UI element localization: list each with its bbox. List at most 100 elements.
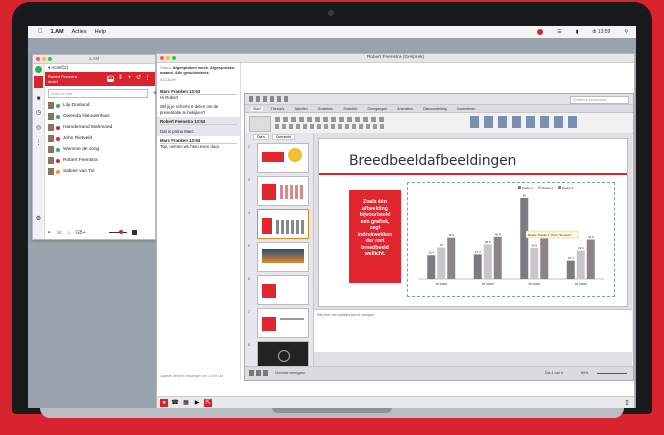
menu-app-name[interactable]: 1.AM	[51, 29, 64, 35]
video-icon[interactable]: ▶	[193, 399, 201, 407]
record-icon[interactable]: ●	[160, 399, 168, 407]
active-call-info: Robert Feenstra Actief	[48, 74, 77, 84]
ppt-search-input[interactable]: Zoeken in presentatie	[570, 96, 629, 104]
battery-icon[interactable]: ▮	[576, 29, 579, 35]
minimize-icon[interactable]	[166, 56, 170, 60]
ribbon-tab[interactable]: Grafieken	[316, 107, 336, 111]
dock-icon[interactable]	[131, 230, 137, 235]
ribbon-tabs: Start Thema's Tabellen Grafieken SmartArt Ove…	[245, 105, 633, 113]
thumb-num: 5	[248, 244, 250, 248]
contact-item[interactable]: Sabine van Tol	[45, 166, 155, 177]
thumbnail-slide-4[interactable]	[257, 209, 309, 239]
call-icon[interactable]: ☏	[56, 230, 62, 236]
transfer-icon[interactable]: ↺	[135, 75, 142, 82]
contact-item[interactable]: John Rietveld	[45, 133, 155, 144]
globe-icon[interactable]: ◎	[35, 125, 42, 132]
footer-label: GB+	[75, 229, 86, 236]
zoom-icon[interactable]	[48, 57, 52, 61]
search-input[interactable]: Zoek en bel +	[48, 89, 157, 98]
ribbon-tab[interactable]: Diavoorstelling	[421, 107, 449, 111]
chart-bar	[530, 247, 539, 279]
view-buttons[interactable]	[249, 370, 269, 376]
chat-message: Wil jij je scherm 8 delen om de presenta…	[157, 102, 240, 116]
zoom-slider[interactable]	[597, 373, 627, 374]
phone-book-icon[interactable]: ■	[35, 96, 42, 103]
status-row[interactable]: ▾ Actief(2)	[45, 64, 155, 72]
home-icon[interactable]: ⌂	[67, 230, 70, 236]
search-icon[interactable]: ⚲	[624, 29, 628, 35]
thumbnail-slide-7[interactable]	[257, 308, 309, 338]
zoom-icon[interactable]	[172, 56, 176, 60]
ribbon-tab[interactable]: Start	[251, 106, 263, 111]
contact-item[interactable]: Wemme de Jong	[45, 144, 155, 155]
dialpad-icon[interactable]: ⋮	[35, 140, 42, 147]
slide-title[interactable]: Breedbeeldafbeeldingen	[349, 153, 516, 169]
thumbnail-slide-3[interactable]	[257, 176, 309, 206]
share-screen-icon[interactable]: ⇱	[204, 399, 212, 407]
tab-slides[interactable]: Dia's	[253, 133, 269, 140]
active-call-bar[interactable]: Robert Feenstra Actief ☎ ‖ • ↺ ⋮	[45, 72, 155, 86]
ribbon-tab[interactable]: Overgangen	[365, 107, 389, 111]
contact-item[interactable]: Robert Feenstra	[45, 155, 155, 166]
settings-icon[interactable]: ⚙	[35, 216, 42, 223]
close-icon[interactable]	[160, 56, 164, 60]
presence-icon	[56, 169, 60, 174]
trash-icon[interactable]: ▯	[623, 399, 631, 407]
app-status-icon[interactable]	[537, 29, 544, 35]
thumbnail-slide-2[interactable]	[257, 143, 309, 173]
volume-slider[interactable]	[108, 230, 127, 234]
thumbnail-slide-6[interactable]	[257, 275, 309, 305]
ribbon-tab[interactable]: Animaties	[395, 107, 415, 111]
conversation-window: Robert Feenstra (Gesprek) Status Afgespr…	[156, 53, 635, 408]
tab-outline[interactable]: Overzicht	[271, 133, 296, 140]
chart-bar	[540, 238, 549, 279]
zoom-level[interactable]: 65%	[581, 371, 588, 375]
data-label: 38.6	[485, 240, 491, 244]
insert-tools[interactable]	[470, 116, 580, 128]
softphone-window: 1.AM ■ ◷ ◎ ⋮ ⚙ ▾ Actief(2) Robert Feenst…	[32, 54, 157, 240]
current-slide[interactable]: Breedbeeldafbeeldingen Zoals één afbeeldi…	[318, 138, 628, 307]
chart-container[interactable]: 26.4 35 45.9 1e kwart 27.4 38.6 46.9 2e kwart 90…	[407, 182, 615, 297]
contacts-tab-icon[interactable]	[34, 76, 43, 88]
history-filter[interactable]: Afgesproken week. Afgesproken maand. All…	[160, 65, 234, 75]
contact-item[interactable]: Gwenda Nieuwenhuis	[45, 111, 155, 122]
thumbnail-slide-5[interactable]	[257, 242, 309, 272]
menu-item-acties[interactable]: Acties	[72, 29, 87, 35]
message-text: Wil jij je scherm 8 delen om de presenta…	[160, 104, 219, 115]
thumb-num: 7	[248, 310, 250, 314]
chart-bar	[493, 236, 502, 279]
history-icon[interactable]: ◷	[35, 110, 42, 117]
hangup-icon[interactable]: ☎	[107, 75, 114, 82]
menu-clock[interactable]: di 13:59	[593, 29, 611, 35]
apple-icon[interactable]: 	[38, 29, 43, 35]
slide-red-textbox[interactable]: Zoals één afbeelding bijvoorbeeld een grafi…	[349, 190, 401, 283]
pause-icon[interactable]: ‖	[117, 75, 124, 82]
webcam	[328, 10, 334, 16]
paragraph-tools[interactable]	[275, 124, 385, 129]
contact-item[interactable]: Hamderrand Mahmoed	[45, 122, 155, 133]
close-icon[interactable]	[36, 57, 40, 61]
own-presence-icon[interactable]	[35, 66, 42, 73]
minimize-icon[interactable]	[42, 57, 46, 61]
notes-pane[interactable]: Klik hier om notities toe te voegen	[314, 309, 632, 352]
dialpad-icon[interactable]: ▦	[182, 399, 190, 407]
ribbon-tab[interactable]: Tabellen	[292, 107, 309, 111]
voicemail-icon[interactable]: ⚭	[47, 230, 51, 236]
ribbon-tab[interactable]: Thema's	[269, 107, 287, 111]
ribbon-tab[interactable]: Controleren	[455, 107, 478, 111]
more-icon[interactable]: ⋮	[144, 75, 151, 82]
wifi-icon[interactable]: ☰	[557, 29, 561, 35]
contact-name: Gwenda Nieuwenhuis	[63, 114, 110, 119]
data-label: 31.6	[578, 246, 584, 250]
menu-item-help[interactable]: Help	[95, 29, 106, 35]
ribbon-tab[interactable]: SmartArt	[341, 107, 359, 111]
call-icon[interactable]: ☎	[171, 399, 179, 407]
new-slide-icon[interactable]	[249, 116, 271, 132]
font-tools[interactable]	[275, 117, 385, 122]
mute-icon[interactable]: •	[126, 75, 133, 82]
contact-item[interactable]: Lily Donland	[45, 100, 155, 111]
search-placeholder: Zoek en bel	[51, 91, 72, 96]
bar-chart: 26.4 35 45.9 1e kwart 27.4 38.6 46.9 2e kwart 90…	[418, 186, 604, 286]
toolbar-icons[interactable]	[249, 96, 289, 102]
presence-icon	[56, 114, 60, 119]
